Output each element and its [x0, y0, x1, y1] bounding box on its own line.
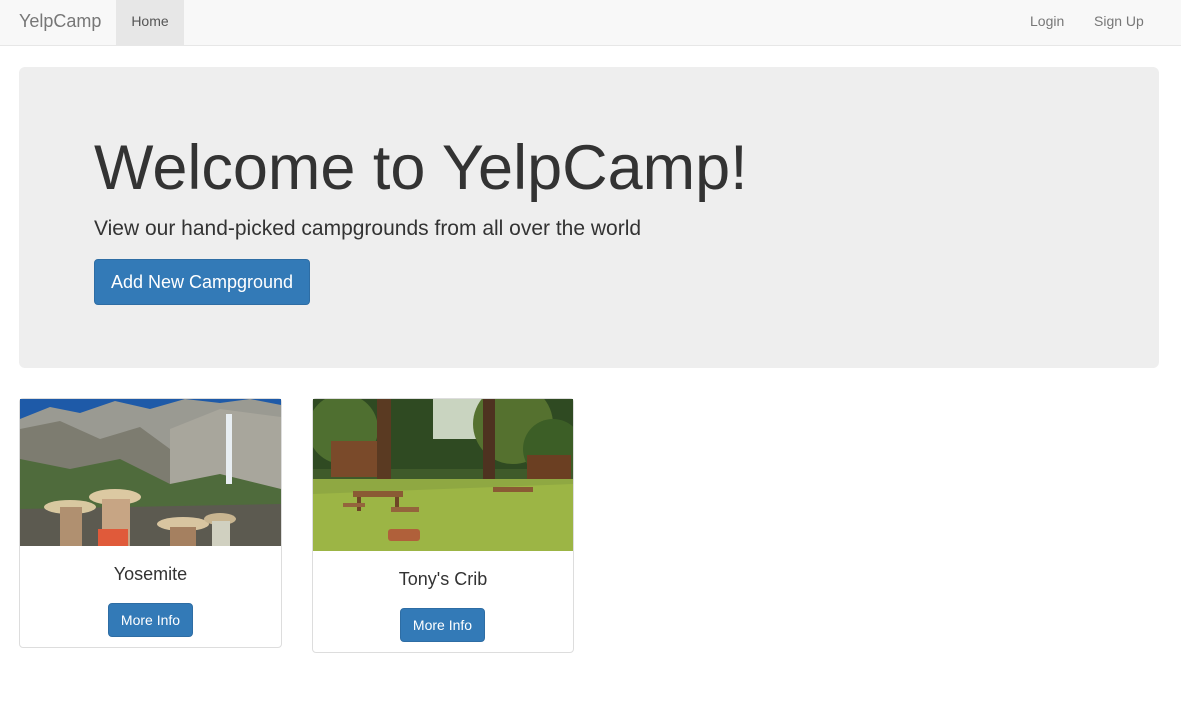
add-campground-button[interactable]: Add New Campground	[94, 259, 310, 305]
campground-image-yosemite	[20, 399, 281, 546]
nav-home-link[interactable]: Home	[116, 0, 184, 46]
more-info-button[interactable]: More Info	[400, 608, 485, 642]
campground-name: Yosemite	[113, 564, 188, 584]
nav-signup-link[interactable]: Sign Up	[1094, 0, 1144, 46]
campground-image-tonys-crib	[313, 399, 573, 551]
brand-link[interactable]: YelpCamp	[19, 0, 101, 46]
page-title: Welcome to YelpCamp!	[94, 133, 748, 203]
navbar: YelpCamp Home Login Sign Up	[0, 0, 1181, 46]
campground-card-tonys-crib: Tony's Crib More Info	[312, 398, 574, 653]
nav-login-link[interactable]: Login	[1030, 0, 1064, 46]
campground-card-yosemite: Yosemite More Info	[19, 398, 282, 648]
jumbotron: Welcome to YelpCamp! View our hand-picke…	[19, 67, 1159, 368]
more-info-button[interactable]: More Info	[108, 603, 193, 637]
page-subtitle: View our hand-picked campgrounds from al…	[94, 217, 642, 240]
campground-name: Tony's Crib	[398, 569, 488, 589]
